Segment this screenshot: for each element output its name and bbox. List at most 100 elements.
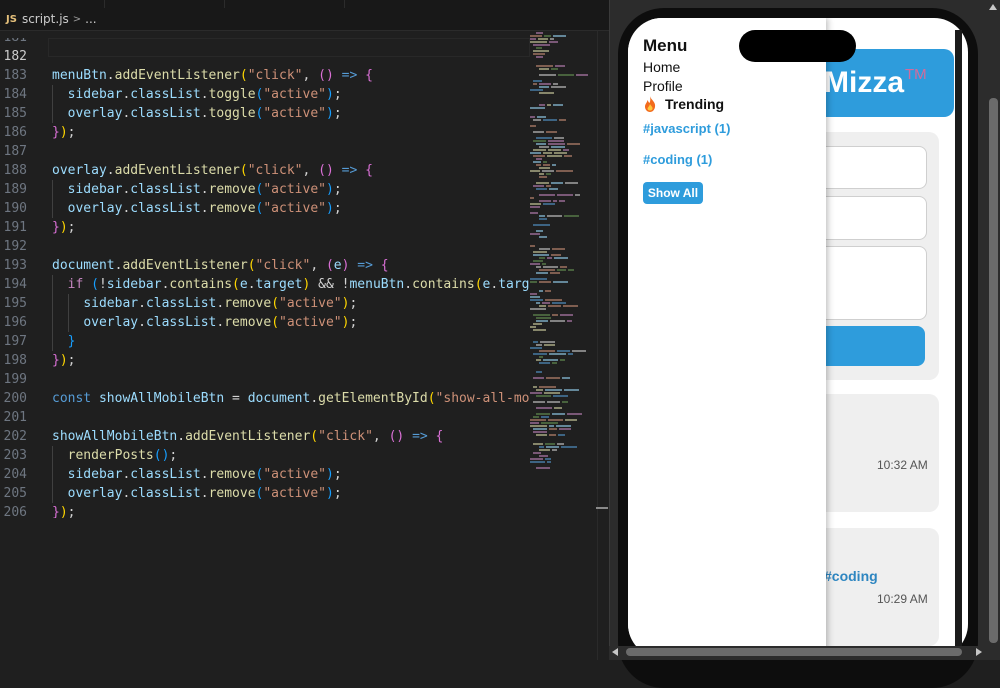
scroll-left-arrow-icon[interactable]	[612, 648, 618, 656]
code-token: ;	[67, 505, 76, 518]
code-token: remove	[224, 315, 272, 330]
code-line[interactable]: 192	[0, 237, 530, 256]
sidebar-item-home[interactable]: Home	[643, 59, 680, 75]
code-line[interactable]: 189 sidebar.classList.remove("active");	[0, 180, 530, 199]
minimap-line	[530, 461, 545, 463]
minimap-line	[547, 461, 551, 463]
code-token: overlay	[52, 163, 107, 178]
trending-tag-coding[interactable]: #coding (1)	[643, 152, 712, 167]
code-line[interactable]: 182	[0, 47, 530, 66]
code-text: renderPosts();	[52, 446, 178, 465]
code-line[interactable]: 204 sidebar.classList.remove("active");	[0, 465, 530, 484]
minimap-line	[557, 350, 570, 352]
line-number: 201	[3, 410, 27, 425]
code-line[interactable]: 186});	[0, 123, 530, 142]
code-token: "active"	[263, 182, 326, 197]
line-number: 189	[3, 182, 27, 197]
scroll-up-arrow-icon[interactable]	[989, 4, 997, 10]
breadcrumb-symbols[interactable]: ...	[85, 12, 96, 26]
minimap-line	[554, 137, 564, 139]
scroll-right-arrow-icon[interactable]	[976, 648, 982, 656]
minimap-line	[548, 140, 564, 142]
code-token: (	[232, 277, 240, 292]
code-token: ;	[333, 182, 342, 197]
minimap-line	[550, 38, 554, 40]
minimap-line	[562, 377, 570, 379]
post-hashtag-link[interactable]: #coding	[824, 568, 878, 584]
tab-divider	[104, 0, 225, 8]
minimap-line	[530, 458, 543, 460]
minimap-line	[539, 68, 549, 70]
code-line[interactable]: 198});	[0, 351, 530, 370]
code-line[interactable]: 205 overlay.classList.remove("active");	[0, 484, 530, 503]
code-token: )	[325, 486, 334, 501]
trending-label: Trending	[665, 96, 725, 112]
code-line[interactable]: 201	[0, 408, 530, 427]
code-area[interactable]: 181182183menuBtn.addEventListener("click…	[0, 38, 530, 518]
code-line[interactable]: 206});	[0, 503, 530, 518]
minimap-line	[539, 176, 547, 178]
code-line[interactable]: 190 overlay.classList.remove("active");	[0, 199, 530, 218]
code-line[interactable]: 187	[0, 142, 530, 161]
code-line[interactable]: 188 overlay.addEventListener("click", () …	[0, 161, 530, 180]
code-line[interactable]: 184 sidebar.classList.toggle("active");	[0, 85, 530, 104]
minimap-line	[539, 173, 544, 175]
editor-scrollbar-thumb[interactable]	[596, 507, 608, 509]
code-line[interactable]: 197 }	[0, 332, 530, 351]
minimap-line	[563, 305, 578, 307]
preview-vertical-scroll-thumb[interactable]	[989, 98, 998, 643]
minimap-line	[547, 257, 552, 259]
minimap-line	[548, 149, 561, 151]
code-text: sidebar.classList.toggle("active");	[52, 85, 342, 104]
sidebar-item-profile[interactable]: Profile	[643, 78, 683, 94]
code-token: remove	[208, 467, 256, 482]
code-token: "active"	[279, 315, 342, 330]
minimap-line	[552, 164, 556, 166]
minimap-line	[547, 155, 562, 157]
code-token: classList	[130, 106, 201, 121]
minimap-line	[530, 308, 546, 310]
minimap-line	[533, 386, 537, 388]
code-token: .	[138, 315, 146, 330]
code-token: showAllMobileBtn	[98, 391, 225, 406]
code-line[interactable]: 195 sidebar.classList.remove("active");	[0, 294, 530, 313]
code-token: (	[325, 258, 334, 273]
breadcrumb-file-name[interactable]: script.js	[22, 12, 69, 26]
minimap-line	[572, 350, 586, 352]
code-line[interactable]: 199	[0, 370, 530, 389]
minimap-line	[543, 164, 550, 166]
code-token: .	[200, 486, 209, 501]
line-number: 185	[3, 106, 27, 121]
breadcrumb[interactable]: JS script.js > ...	[0, 8, 97, 30]
code-line[interactable]: 202 showAllMobileBtn.addEventListener("cl…	[0, 427, 530, 446]
code-line[interactable]: 203 renderPosts();	[0, 446, 530, 465]
code-line[interactable]: 196 overlay.classList.remove("active");	[0, 313, 530, 332]
show-all-button[interactable]: Show All	[643, 182, 703, 204]
code-line[interactable]: 181	[0, 38, 530, 47]
minimap-line	[539, 74, 556, 76]
code-editor[interactable]: JS script.js > ... 181182183menuBtn.addE…	[0, 0, 609, 660]
code-line[interactable]: 194 if (!sidebar.contains(e.target) && !…	[0, 275, 530, 294]
minimap-line	[559, 428, 571, 430]
minimap-line	[536, 230, 543, 232]
minimap-line	[543, 161, 547, 163]
minimap-line	[539, 83, 551, 85]
code-text: showAllMobileBtn.addEventListener("click…	[52, 427, 443, 446]
minimap-line	[552, 302, 566, 304]
code-token: ;	[333, 106, 342, 121]
minimap-line	[546, 173, 551, 175]
code-line[interactable]: 193 document.addEventListener("click", (e…	[0, 256, 530, 275]
trending-tag-javascript[interactable]: #javascript (1)	[643, 121, 730, 136]
code-line[interactable]: 183 menuBtn.addEventListener("click", () …	[0, 66, 530, 85]
preview-horizontal-scroll-thumb[interactable]	[626, 648, 962, 656]
minimap[interactable]	[530, 30, 596, 490]
line-number: 204	[3, 467, 27, 482]
code-line[interactable]: 185 overlay.classList.toggle("active");	[0, 104, 530, 123]
code-line[interactable]: 191});	[0, 218, 530, 237]
code-line[interactable]: 200 const showAllMobileBtn = document.get…	[0, 389, 530, 408]
minimap-line	[539, 269, 555, 271]
minimap-line	[545, 458, 551, 460]
